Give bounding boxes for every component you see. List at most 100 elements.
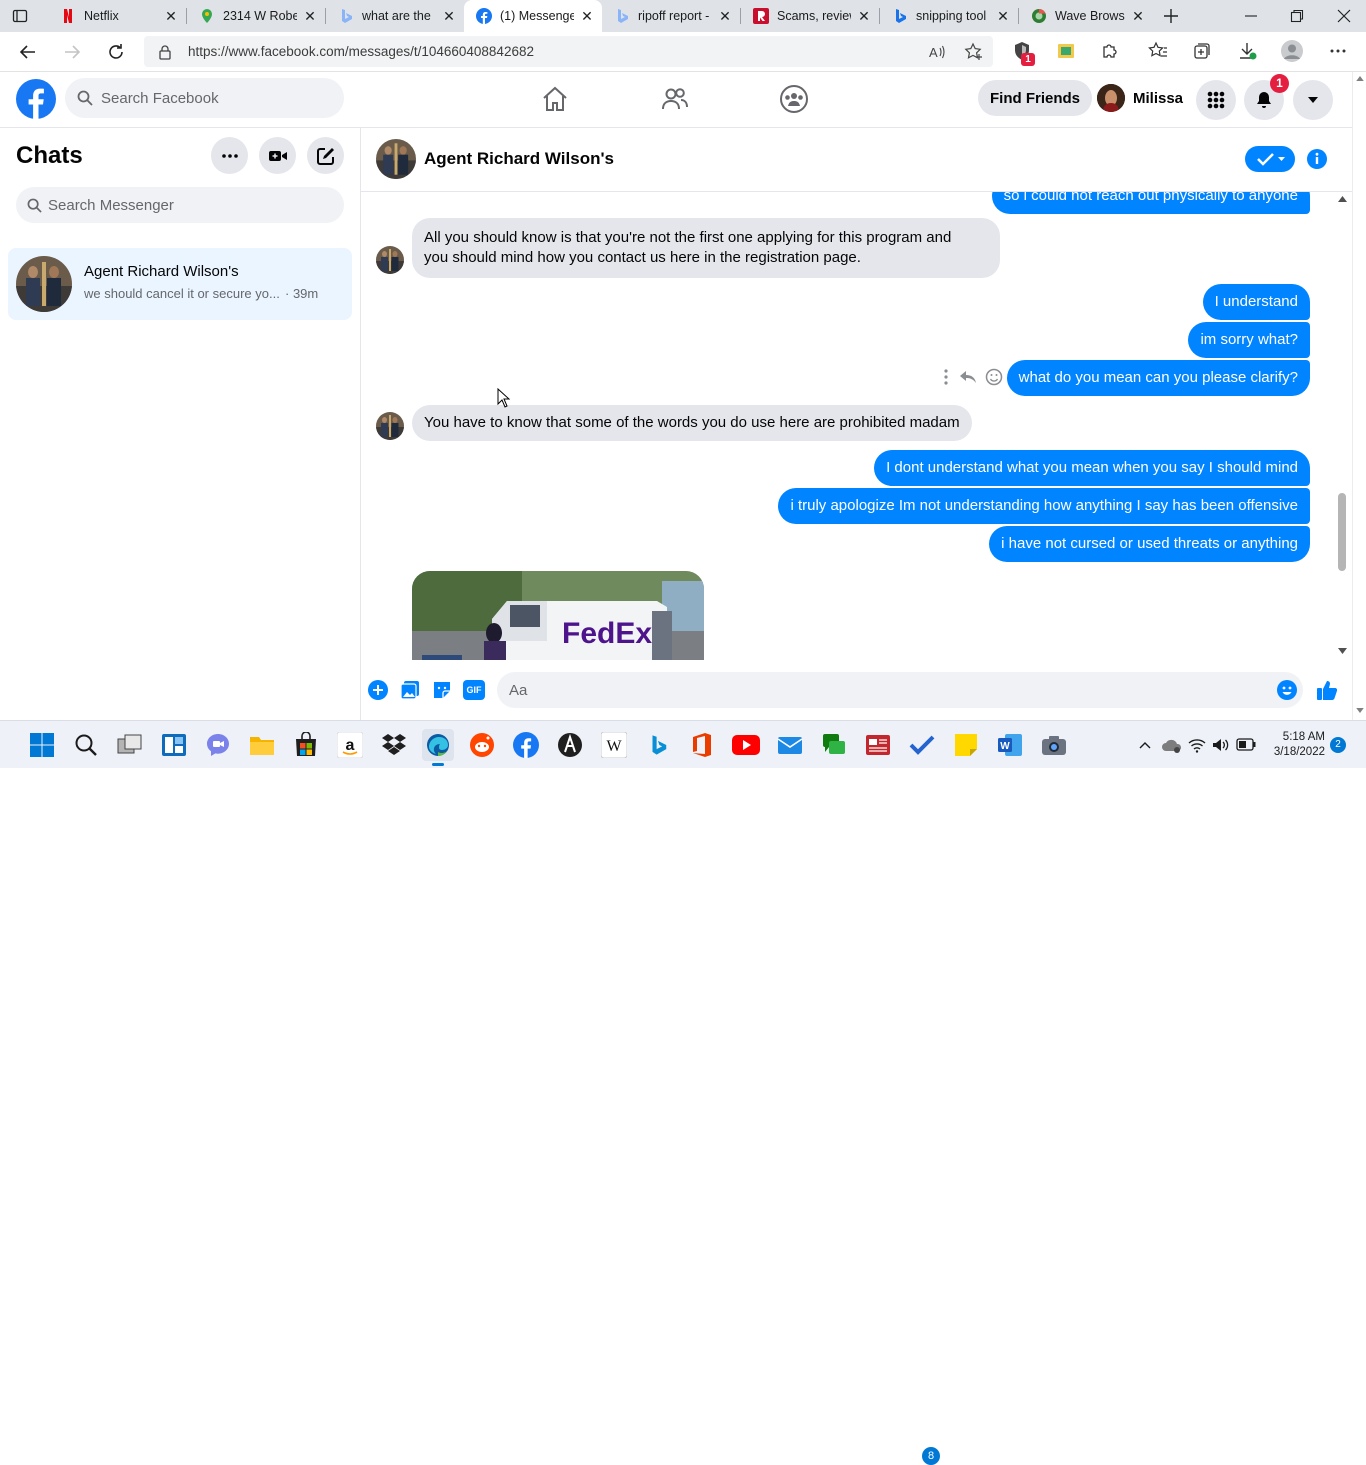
home-icon[interactable]: [541, 85, 569, 113]
facebook-search-input[interactable]: Search Facebook: [65, 78, 344, 118]
reply-icon[interactable]: [959, 369, 977, 385]
react-emoji-icon[interactable]: [985, 368, 1003, 386]
message-outgoing[interactable]: I understand: [1202, 284, 1310, 320]
message-outgoing[interactable]: i truly apologize Im not understanding h…: [778, 488, 1310, 524]
camera-icon[interactable]: [1038, 729, 1070, 761]
message-outgoing[interactable]: so i could not reach out physically to a…: [991, 192, 1310, 214]
widgets-icon[interactable]: [158, 729, 190, 761]
message-more-icon[interactable]: [940, 368, 952, 386]
onedrive-icon[interactable]: [1162, 737, 1182, 753]
message-image[interactable]: FedEx: [412, 571, 704, 660]
account-menu-button[interactable]: [1293, 80, 1333, 120]
message-input[interactable]: Aa: [497, 672, 1303, 708]
new-message-button[interactable]: [307, 137, 344, 174]
office-icon[interactable]: [686, 729, 718, 761]
tab-snipping-tool[interactable]: snipping tool ✕: [880, 0, 1018, 32]
restore-icon[interactable]: [1290, 9, 1304, 23]
favorites-icon[interactable]: [1148, 41, 1168, 61]
menu-grid-button[interactable]: [1196, 80, 1236, 120]
close-icon[interactable]: ✕: [996, 8, 1010, 25]
tab-ripoff-report[interactable]: ripoff report - ✕: [602, 0, 740, 32]
extensions-puzzle-icon[interactable]: [1100, 41, 1120, 61]
groups-icon[interactable]: [779, 84, 809, 114]
close-icon[interactable]: ✕: [303, 8, 317, 25]
mail-icon[interactable]: [774, 729, 806, 761]
forward-icon[interactable]: [62, 42, 82, 62]
browser-profile-avatar[interactable]: [1281, 40, 1303, 62]
tab-bing-search[interactable]: what are the ✕: [326, 0, 464, 32]
extension-icon[interactable]: [1056, 41, 1076, 61]
page-scrollbar[interactable]: [1352, 72, 1366, 720]
scroll-up-icon[interactable]: [1338, 196, 1347, 202]
app-icon[interactable]: [554, 729, 586, 761]
news-icon[interactable]: [862, 729, 894, 761]
scroll-down-icon[interactable]: [1338, 648, 1347, 654]
collections-icon[interactable]: [1192, 41, 1212, 61]
new-tab-icon[interactable]: [1163, 8, 1179, 24]
close-icon[interactable]: ✕: [1131, 8, 1145, 25]
info-icon[interactable]: [1307, 149, 1327, 169]
chat-options-button[interactable]: [211, 137, 248, 174]
refresh-icon[interactable]: [106, 42, 126, 62]
scroll-up-icon[interactable]: [1356, 76, 1364, 81]
tab-scams-review[interactable]: Scams, review ✕: [741, 0, 879, 32]
read-aloud-icon[interactable]: A: [928, 43, 946, 61]
file-explorer-icon[interactable]: [246, 729, 278, 761]
settings-more-icon[interactable]: [1328, 41, 1348, 61]
message-outgoing[interactable]: i have not cursed or used threats or any…: [989, 526, 1310, 562]
battery-icon[interactable]: [1236, 738, 1256, 751]
close-icon[interactable]: ✕: [580, 8, 594, 25]
close-icon[interactable]: ✕: [164, 8, 178, 25]
search-icon[interactable]: [70, 729, 102, 761]
dropbox-icon[interactable]: [378, 729, 410, 761]
message-outgoing[interactable]: im sorry what?: [1188, 322, 1310, 358]
sticky-notes-icon[interactable]: [950, 729, 982, 761]
facebook-icon[interactable]: [510, 729, 542, 761]
close-icon[interactable]: ✕: [442, 8, 456, 25]
tab-messenger[interactable]: (1) Messenge ✕: [464, 0, 602, 32]
chat-contact-name[interactable]: Agent Richard Wilson's: [424, 149, 614, 169]
thumbs-up-icon[interactable]: [1315, 678, 1339, 702]
message-outgoing[interactable]: what do you mean can you please clarify?: [1006, 360, 1310, 396]
downloads-icon[interactable]: [1237, 41, 1257, 61]
messaging-icon[interactable]: [818, 729, 850, 761]
add-favorite-icon[interactable]: [964, 42, 984, 62]
bing-icon[interactable]: [642, 729, 674, 761]
close-window-icon[interactable]: [1336, 8, 1352, 24]
back-icon[interactable]: [18, 42, 38, 62]
close-icon[interactable]: ✕: [857, 8, 871, 25]
more-actions-icon[interactable]: [368, 680, 388, 700]
message-scrollbar[interactable]: [1335, 192, 1349, 660]
reddit-icon[interactable]: [466, 729, 498, 761]
windows-start-icon[interactable]: [26, 729, 58, 761]
address-bar[interactable]: https://www.facebook.com/messages/t/1046…: [144, 36, 993, 67]
find-friends-button[interactable]: Find Friends: [978, 80, 1092, 116]
notification-center-badge[interactable]: 2: [1330, 737, 1346, 753]
task-view-icon[interactable]: [114, 729, 146, 761]
wikipedia-icon[interactable]: W: [598, 729, 630, 761]
todo-icon[interactable]: [906, 729, 938, 761]
conversation-item[interactable]: Agent Richard Wilson's we should cancel …: [8, 248, 352, 320]
tab-netflix[interactable]: Netflix ✕: [48, 0, 186, 32]
attach-photo-icon[interactable]: [400, 680, 420, 700]
youtube-icon[interactable]: [730, 729, 762, 761]
message-incoming[interactable]: You have to know that some of the words …: [412, 405, 972, 441]
volume-icon[interactable]: [1212, 737, 1230, 753]
scroll-down-icon[interactable]: [1356, 708, 1364, 713]
microsoft-store-icon[interactable]: [290, 729, 322, 761]
tab-actions-icon[interactable]: [12, 8, 28, 24]
friends-icon[interactable]: [661, 85, 689, 113]
message-incoming[interactable]: All you should know is that you're not t…: [412, 218, 1000, 278]
amazon-icon[interactable]: a: [334, 729, 366, 761]
edge-browser-icon[interactable]: [422, 729, 454, 761]
tab-maps[interactable]: 2314 W Robe ✕: [187, 0, 325, 32]
facebook-logo-icon[interactable]: [16, 79, 56, 119]
chevron-up-icon[interactable]: [1138, 738, 1152, 752]
minimize-icon[interactable]: [1244, 9, 1258, 23]
gif-button[interactable]: GIF: [463, 680, 485, 700]
close-icon[interactable]: ✕: [718, 8, 732, 25]
verify-dropdown-button[interactable]: [1245, 146, 1295, 172]
clock[interactable]: 5:18 AM 3/18/2022: [1265, 730, 1325, 760]
message-outgoing[interactable]: I dont understand what you mean when you…: [874, 450, 1310, 486]
avatar[interactable]: [376, 139, 416, 179]
